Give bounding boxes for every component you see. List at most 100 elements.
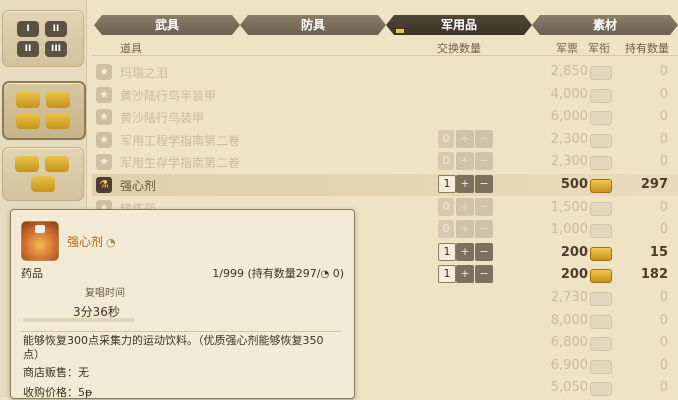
detail-count: 1/999 (持有数量297/◔ 0)	[212, 265, 344, 281]
item-row[interactable]: ★ 黄沙陆行鸟装甲 6,000 0	[92, 106, 678, 128]
increment-button[interactable]: +	[456, 242, 474, 261]
rank-insignia-icon	[590, 66, 612, 80]
rank-gold-icon	[15, 156, 39, 172]
rank-filter-3[interactable]	[2, 147, 84, 201]
owned-count: 0	[659, 199, 668, 215]
owned-count: 0	[659, 131, 668, 147]
detail-item-name: 强心剂 ◔	[67, 233, 116, 250]
rank-insignia-icon	[590, 88, 612, 103]
increment-button[interactable]: +	[456, 220, 474, 239]
rank-i-icon: I	[17, 21, 39, 37]
quantity-input[interactable]: 0	[438, 129, 454, 148]
star-icon: ★	[96, 86, 112, 103]
seal-price: 2,300	[550, 131, 588, 147]
category-tabs: 武具 防具 军用品 素材	[94, 15, 678, 35]
increment-button[interactable]: +	[456, 265, 474, 284]
star-icon: ★	[96, 154, 112, 171]
owned-count: 15	[649, 244, 668, 260]
increment-button[interactable]: +	[456, 175, 474, 193]
owned-count: 0	[659, 222, 668, 238]
seal-price: 1,500	[550, 199, 588, 215]
decrement-button[interactable]: −	[475, 129, 493, 148]
rank-iv-icon: III	[45, 41, 67, 57]
owned-count: 0	[659, 154, 668, 170]
rank-iii-icon: II	[17, 41, 39, 57]
seal-price: 500	[560, 177, 588, 192]
tab-armor[interactable]: 防具	[240, 15, 386, 35]
item-name: 军用工程学指南第二卷	[120, 133, 241, 148]
rank-insignia-icon	[590, 201, 612, 216]
rank-insignia-icon	[590, 133, 612, 148]
recast-bar	[23, 318, 135, 322]
decrement-button[interactable]: −	[475, 197, 493, 216]
quantity-input[interactable]: 1	[438, 265, 456, 284]
item-row[interactable]: ★ 黄沙陆行鸟半装甲 4,000 0	[92, 84, 678, 106]
rank-insignia-icon	[590, 224, 612, 239]
increment-button[interactable]: +	[456, 152, 474, 171]
quantity-input[interactable]: 0	[438, 152, 454, 171]
owned-count: 0	[659, 290, 668, 305]
owned-count: 182	[640, 267, 668, 283]
decrement-button[interactable]: −	[475, 242, 493, 261]
rank-gold-icon	[45, 156, 69, 172]
rank-gold-icon	[31, 176, 55, 192]
item-row[interactable]: ★ 军用工程学指南第二卷 0 + −2,300 0	[92, 129, 678, 151]
item-row[interactable]: ⚗ 强心剂 1 + − 500 297	[92, 174, 678, 196]
decrement-button[interactable]: −	[475, 220, 493, 239]
item-row[interactable]: ★ 玛瑙之泪 2,850 0	[92, 61, 678, 83]
rank-insignia-icon	[590, 246, 612, 261]
tab-military-goods[interactable]: 军用品	[386, 15, 532, 35]
decrement-button[interactable]: −	[475, 152, 493, 171]
rank-insignia-icon	[590, 337, 612, 352]
decrement-button[interactable]: −	[475, 175, 493, 193]
seal-price: 6,000	[550, 109, 588, 125]
rank-insignia-icon	[590, 382, 612, 397]
item-row[interactable]: ★ 军用生存学指南第二卷 0 + −2,300 0	[92, 151, 678, 173]
star-icon: ★	[96, 109, 112, 126]
rank-insignia-icon	[590, 269, 612, 284]
header-owned: 持有数量	[625, 42, 669, 55]
owned-count: 0	[659, 335, 668, 351]
star-icon: ★	[96, 64, 112, 80]
quantity-input[interactable]: 1	[438, 242, 456, 261]
detail-name-text: 强心剂	[67, 235, 104, 249]
hq-icon: ◔	[106, 236, 116, 249]
detail-category: 药品	[21, 267, 43, 280]
rank-insignia-icon	[590, 111, 612, 126]
detail-shop: 商店贩售：无	[23, 366, 89, 379]
quantity-input[interactable]: 0	[438, 197, 454, 216]
decrement-button[interactable]: −	[475, 265, 493, 284]
detail-buy-price: 收购价格：5ᵽ	[23, 384, 92, 400]
owned-count: 0	[659, 380, 668, 396]
rank-insignia-icon	[590, 314, 612, 329]
seal-price: 1,000	[550, 222, 588, 238]
quantity-input[interactable]: 1	[438, 175, 456, 193]
owned-count: 0	[659, 109, 668, 125]
rank-filter-2[interactable]	[2, 81, 86, 140]
increment-button[interactable]: +	[456, 129, 474, 148]
detail-count-tail: 0)	[329, 267, 344, 280]
rank-gold-icon	[16, 92, 40, 108]
seal-price: 5,050	[550, 380, 588, 396]
rank-gold-icon	[46, 113, 70, 129]
star-icon: ★	[96, 131, 112, 148]
seal-price: 8,000	[550, 312, 588, 328]
tab-materials[interactable]: 素材	[532, 15, 678, 35]
increment-button[interactable]: +	[456, 197, 474, 216]
detail-divider	[21, 331, 341, 332]
owned-count: 0	[659, 86, 668, 102]
owned-count: 0	[659, 357, 668, 373]
quantity-input[interactable]: 0	[438, 220, 454, 239]
owned-count: 0	[659, 312, 668, 328]
seal-price: 4,000	[550, 86, 588, 102]
buy-price-text: 收购价格：5	[23, 386, 85, 399]
rank-gold-icon	[46, 92, 70, 108]
rank-filter-1[interactable]: I II II III	[2, 10, 84, 67]
detail-count-text: 1/999 (持有数量297/	[212, 267, 321, 280]
owned-count: 0	[659, 64, 668, 79]
item-name: 黄沙陆行鸟装甲	[120, 111, 205, 126]
item-name: 军用生存学指南第二卷	[120, 156, 241, 171]
tab-weapons[interactable]: 武具	[94, 15, 240, 35]
header-exchange-qty: 交换数量	[437, 42, 481, 55]
seal-price: 2,300	[550, 154, 588, 170]
